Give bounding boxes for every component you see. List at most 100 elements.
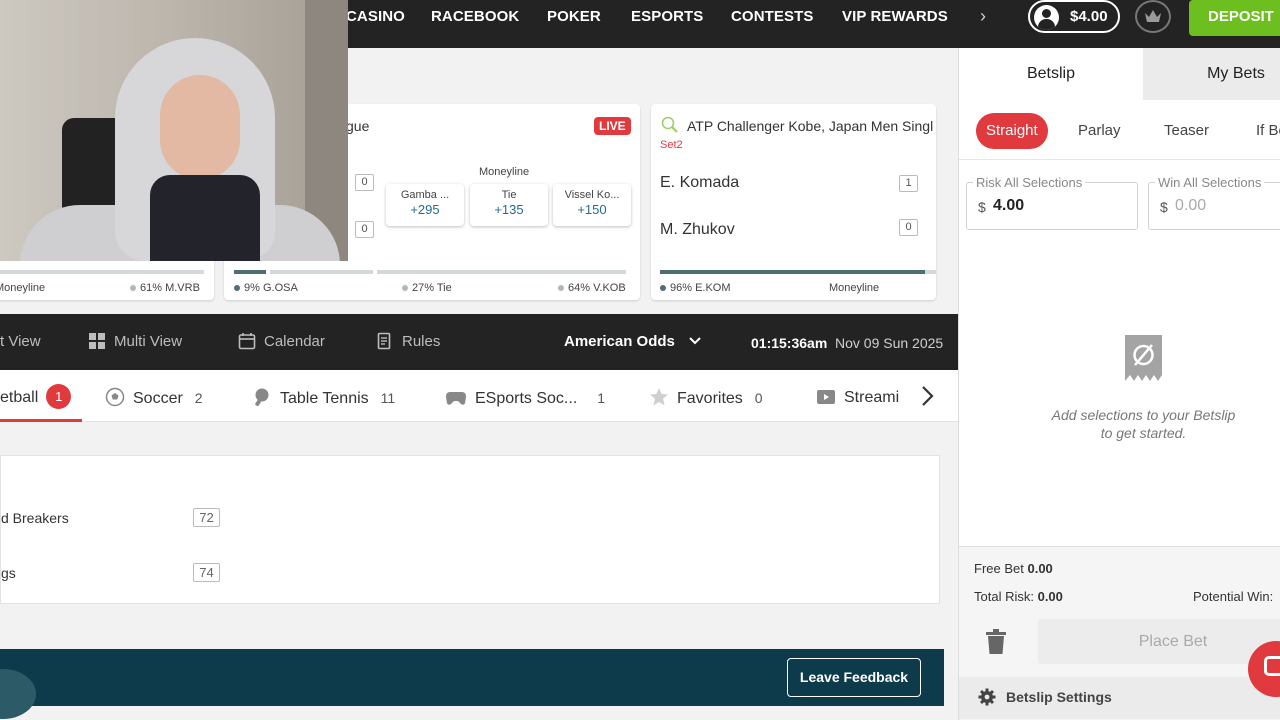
split-bar xyxy=(234,270,630,274)
account-balance-button[interactable]: $4.00 xyxy=(1028,0,1120,33)
pct-home: 9% G.OSA xyxy=(234,282,298,294)
nav-more-chevron-icon[interactable]: › xyxy=(980,6,986,27)
rules-button[interactable]: Rules xyxy=(376,314,440,370)
league-list-panel: d Breakers 72 gs 74 xyxy=(0,455,940,604)
current-time: 01:15:36am xyxy=(751,335,828,351)
odds-label: Vissel Ko... xyxy=(564,189,620,201)
tab-label: etball xyxy=(0,389,39,406)
tab-my-bets[interactable]: My Bets xyxy=(1143,48,1280,100)
gamepad-icon xyxy=(446,392,466,405)
nav-poker[interactable]: POKER xyxy=(547,0,601,33)
pct-away: 64% V.KOB xyxy=(558,282,626,294)
betslip-panel: Betslip My Bets Straight Parlay Teaser I… xyxy=(958,48,1280,720)
odds-format-dropdown[interactable]: American Odds xyxy=(564,314,701,370)
league-row[interactable]: gs 74 xyxy=(1,559,941,589)
player-1-name: E. Komada xyxy=(660,174,740,191)
tab-favorites[interactable]: Favorites 0 xyxy=(649,370,763,422)
balance-amount: $4.00 xyxy=(1070,8,1108,25)
single-view-button[interactable]: t View xyxy=(0,314,41,370)
soccer-ball-icon xyxy=(105,387,125,407)
tab-esports-soccer[interactable]: ESports Soc... 1 xyxy=(445,370,605,422)
odds-button-home[interactable]: Gamba ... +295 xyxy=(386,184,464,226)
win-value: 0.00 xyxy=(1175,197,1207,214)
bet-type-teaser[interactable]: Teaser xyxy=(1164,113,1209,149)
streaming-icon xyxy=(817,390,835,404)
period-label: Set2 xyxy=(660,139,683,151)
vip-crown-button[interactable] xyxy=(1135,0,1171,33)
league-name: gs xyxy=(1,565,16,581)
potential-win-summary: Potential Win: xyxy=(1193,589,1274,604)
leave-feedback-button[interactable]: Leave Feedback xyxy=(787,658,921,697)
live-badge: LIVE xyxy=(594,117,631,135)
bet-type-parlay[interactable]: Parlay xyxy=(1078,113,1121,149)
sports-tab-bar: etball 1 Soccer 2 Table Tennis 11 ESports S… xyxy=(0,370,958,422)
betslip-settings-button[interactable]: Betslip Settings xyxy=(959,677,1280,719)
tab-basketball[interactable]: etball 1 xyxy=(0,370,72,422)
tab-label: Soccer xyxy=(133,390,183,407)
bet-type-selector: Straight Parlay Teaser If Be xyxy=(959,108,1280,160)
feedback-banner: Leave Feedback xyxy=(0,649,944,719)
nav-contests[interactable]: CONTESTS xyxy=(731,0,813,33)
betslip-settings-label: Betslip Settings xyxy=(1006,689,1112,705)
tab-streaming[interactable]: Streami xyxy=(816,370,906,422)
grid-icon xyxy=(89,333,105,349)
split-bar-segment xyxy=(377,270,626,274)
odds-button-tie[interactable]: Tie +135 xyxy=(470,184,548,226)
risk-all-field[interactable]: Risk All Selections $ 4.00 xyxy=(966,175,1138,230)
nav-esports[interactable]: ESPORTS xyxy=(631,0,703,33)
league-name: gue xyxy=(346,118,370,134)
odds-button-away[interactable]: Vissel Ko... +150 xyxy=(553,184,631,226)
calendar-icon xyxy=(238,333,256,350)
nav-vip-rewards[interactable]: VIP REWARDS xyxy=(842,0,948,33)
league-name: d Breakers xyxy=(1,510,69,526)
nav-casino[interactable]: CASINO xyxy=(346,0,405,33)
win-all-field[interactable]: Win All Selections $ 0.00 xyxy=(1148,175,1280,230)
win-label: Win All Selections xyxy=(1155,175,1265,190)
view-toolbar: t View Multi View Calendar Rules America… xyxy=(0,314,958,370)
market-label: Moneyline xyxy=(479,166,530,178)
tab-soccer[interactable]: Soccer 2 xyxy=(105,370,203,422)
deposit-button[interactable]: DEPOSIT xyxy=(1189,0,1280,36)
star-icon xyxy=(650,388,668,406)
table-tennis-icon xyxy=(255,388,269,407)
pct-player-1: 96% E.KOM xyxy=(660,282,731,294)
empty-betslip-message: Add selections to your Betslip to get st… xyxy=(1031,406,1256,442)
player-2-name: M. Zhukov xyxy=(660,221,735,238)
currency-symbol: $ xyxy=(978,199,986,215)
rules-document-icon xyxy=(377,332,391,350)
live-count-badge: 1 xyxy=(46,384,72,409)
split-bar-segment xyxy=(270,270,373,274)
empty-line-2: to get started. xyxy=(1100,425,1187,441)
app-root: CASINO RACEBOOK POKER ESPORTS CONTESTS V… xyxy=(0,0,1280,720)
place-bet-button[interactable]: Place Bet xyxy=(1038,619,1280,664)
odds-value: +295 xyxy=(410,202,440,217)
odds-label: Tie xyxy=(501,189,517,201)
moneyline-label: Moneyline xyxy=(0,282,46,294)
multi-view-button[interactable]: Multi View xyxy=(88,314,182,370)
bet-type-if-bet[interactable]: If Be xyxy=(1256,113,1280,149)
tab-betslip[interactable]: Betslip xyxy=(959,48,1143,100)
nav-racebook[interactable]: RACEBOOK xyxy=(431,0,519,33)
bet-type-straight[interactable]: Straight xyxy=(976,113,1048,149)
league-row[interactable]: d Breakers 72 xyxy=(1,504,941,534)
chat-icon xyxy=(1264,656,1280,676)
current-date: Nov 09 Sun 2025 xyxy=(835,335,944,351)
calendar-button[interactable]: Calendar xyxy=(238,314,325,370)
active-tab-indicator xyxy=(0,419,82,422)
empty-betslip-ticket-icon xyxy=(1125,335,1162,381)
trash-icon[interactable] xyxy=(985,629,1007,655)
tab-label: ESports Soc... xyxy=(475,390,578,407)
away-score: 0 xyxy=(355,221,374,238)
odds-format-value: American Odds xyxy=(564,333,675,350)
tab-count: 2 xyxy=(194,390,203,406)
pct-tie: 27% Tie xyxy=(402,282,452,294)
scroll-right-chevron-icon[interactable] xyxy=(915,384,939,408)
crown-icon xyxy=(1145,10,1161,22)
risk-label: Risk All Selections xyxy=(973,175,1086,190)
match-card-tennis[interactable]: ATP Challenger Kobe, Japan Men Singl Set… xyxy=(651,104,936,300)
tab-count: 11 xyxy=(380,390,396,406)
moneyline-bar xyxy=(0,270,204,274)
tab-count: 0 xyxy=(754,390,763,406)
league-name: ATP Challenger Kobe, Japan Men Singl xyxy=(687,118,934,134)
tab-table-tennis[interactable]: Table Tennis 11 xyxy=(252,370,395,422)
